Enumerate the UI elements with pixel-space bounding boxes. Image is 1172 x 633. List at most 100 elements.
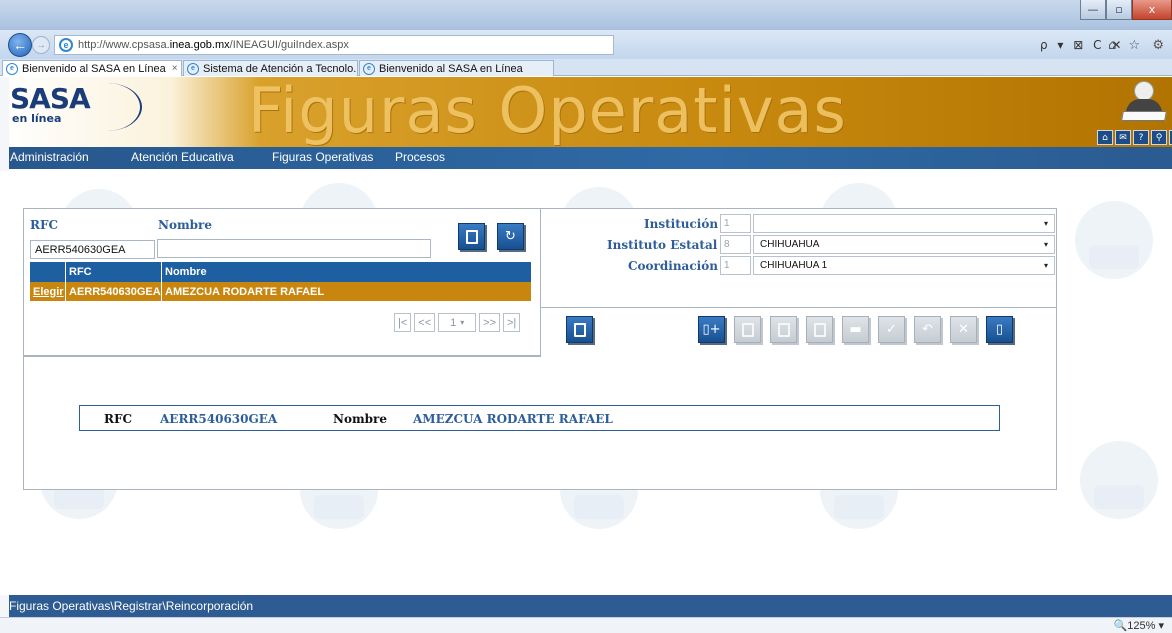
person-book bbox=[1121, 111, 1167, 121]
window-controls: — ▫ x bbox=[1080, 0, 1172, 20]
table-row[interactable]: Elegir AERR540630GEA AMEZCUA RODARTE RAF… bbox=[30, 282, 531, 301]
address-bar[interactable]: e http://www.cpsasa. inea.gob.mx/INEAGUI/… bbox=[54, 35, 614, 55]
refresh-button[interactable]: ↻ bbox=[497, 223, 524, 250]
browser-tab-strip: e Bienvenido al SASA en Línea × e Sistem… bbox=[0, 59, 1172, 76]
print-button[interactable]: ▬ bbox=[842, 316, 869, 343]
next-page-button[interactable]: >> bbox=[479, 313, 500, 332]
app-menu-bar: Administración Atención Educativa Figura… bbox=[0, 147, 1172, 171]
minimize-button[interactable]: — bbox=[1080, 0, 1106, 20]
back-button[interactable]: ← bbox=[8, 33, 32, 57]
help-icon[interactable]: ? bbox=[1133, 130, 1149, 145]
page-number: 1 bbox=[450, 316, 457, 329]
view-button[interactable] bbox=[806, 316, 833, 343]
sasa-logo: SASA en línea bbox=[10, 83, 142, 131]
left-panel-bottom-divider bbox=[24, 356, 541, 357]
browser-titlebar: — ▫ x bbox=[0, 0, 1172, 30]
instituto-estatal-label: Instituto Estatal : bbox=[607, 238, 726, 252]
tab-label: Sistema de Atención a Tecnolo... bbox=[203, 62, 358, 75]
main-content: RFC Nombre AERR540630GEA ↻ RFC Nombre El… bbox=[0, 171, 1172, 595]
grid-header-action bbox=[30, 262, 66, 282]
selected-record-box: RFC AERR540630GEA Nombre AMEZCUA RODARTE… bbox=[79, 405, 1000, 431]
coordinacion-code-input[interactable]: 1 bbox=[720, 256, 751, 275]
form-panel: RFC Nombre AERR540630GEA ↻ RFC Nombre El… bbox=[23, 208, 1057, 490]
elegir-cell: Elegir bbox=[30, 282, 66, 301]
ie-tab-icon: e bbox=[187, 62, 199, 75]
selected-rfc-label: RFC bbox=[104, 412, 133, 426]
browser-tab-3[interactable]: e Bienvenido al SASA en Línea bbox=[359, 60, 554, 76]
edit-button[interactable] bbox=[770, 316, 797, 343]
close-window-button[interactable]: x bbox=[1132, 0, 1172, 20]
top-icon-group: ⌂ ✉ ? ⚲ ? bbox=[1097, 130, 1172, 145]
grid-header-rfc: RFC bbox=[66, 262, 162, 282]
accept-button[interactable]: ✓ bbox=[878, 316, 905, 343]
document-search-icon bbox=[573, 322, 586, 337]
institucion-label: Institución : bbox=[644, 217, 727, 231]
results-grid: RFC Nombre Elegir AERR540630GEA AMEZCUA … bbox=[30, 262, 531, 301]
home-icon[interactable]: ⌂ bbox=[1097, 130, 1113, 145]
first-page-button[interactable]: |< bbox=[394, 313, 412, 332]
new-record-button[interactable]: ▯+ bbox=[698, 316, 725, 343]
new-document-icon: ▯+ bbox=[702, 322, 721, 337]
exit-door-icon: ▯ bbox=[995, 322, 1004, 337]
url-prefix: http://www.cpsasa. bbox=[78, 39, 170, 51]
coordinacion-label: Coordinación : bbox=[628, 259, 727, 273]
menu-atencion-educativa[interactable]: Atención Educativa bbox=[131, 150, 234, 164]
person-head bbox=[1134, 81, 1154, 101]
elegir-link[interactable]: Elegir bbox=[33, 286, 64, 298]
ie-logo-icon: e bbox=[59, 38, 73, 52]
close-tab-icon[interactable]: × bbox=[172, 63, 178, 74]
breadcrumb: Figuras Operativas\Registrar\Reincorpora… bbox=[9, 599, 254, 613]
nombre-label: Nombre bbox=[158, 218, 213, 232]
grid-pager: |< << 1 ▾ >> >| bbox=[394, 313, 521, 332]
chevron-down-icon: ▾ bbox=[1043, 219, 1048, 228]
browser-tab-2[interactable]: e Sistema de Atención a Tecnolo... bbox=[183, 60, 358, 76]
maximize-button[interactable]: ▫ bbox=[1106, 0, 1132, 20]
browser-tab-1[interactable]: e Bienvenido al SASA en Línea × bbox=[2, 60, 182, 76]
menu-administracion[interactable]: Administración bbox=[10, 150, 89, 164]
chevron-down-icon: ▾ bbox=[1043, 261, 1048, 270]
institucion-code-input[interactable]: 1 bbox=[720, 214, 751, 233]
selected-nombre-label: Nombre bbox=[333, 412, 388, 426]
prev-page-button[interactable]: << bbox=[414, 313, 436, 332]
browser-nav-bar: ← → e http://www.cpsasa. inea.gob.mx/INEA… bbox=[0, 30, 1172, 59]
grid-header-row: RFC Nombre bbox=[30, 262, 531, 282]
forward-button[interactable]: → bbox=[32, 36, 50, 54]
rfc-label: RFC bbox=[30, 218, 59, 232]
instituto-estatal-select[interactable]: CHIHUAHUA ▾ bbox=[753, 235, 1055, 254]
tab-label: Bienvenido al SASA en Línea bbox=[379, 62, 523, 75]
instituto-estatal-code-input[interactable]: 8 bbox=[720, 235, 751, 254]
check-icon: ✓ bbox=[886, 322, 897, 337]
search-record-button[interactable] bbox=[566, 316, 593, 343]
filters-panel: Institución : 1 ▾ Instituto Estatal : 8 … bbox=[541, 209, 1056, 356]
search-panel: RFC Nombre AERR540630GEA ↻ RFC Nombre El… bbox=[24, 209, 541, 356]
delete-button[interactable]: ✕ bbox=[950, 316, 977, 343]
chevron-down-icon: ▾ bbox=[1043, 240, 1048, 249]
nombre-input[interactable] bbox=[157, 239, 431, 258]
refresh-icon: ↻ bbox=[505, 229, 516, 244]
reader-person-icon bbox=[1121, 81, 1167, 131]
menu-procesos[interactable]: Procesos bbox=[395, 150, 445, 164]
zoom-level[interactable]: 🔍125% ▾ bbox=[1114, 619, 1164, 632]
ie-tab-icon: e bbox=[363, 62, 375, 75]
print-icon: ▬ bbox=[849, 322, 862, 337]
rfc-input[interactable]: AERR540630GEA bbox=[30, 240, 155, 259]
menu-figuras-operativas[interactable]: Figuras Operativas bbox=[272, 150, 373, 164]
mail-icon[interactable]: ✉ bbox=[1115, 130, 1131, 145]
search-document-button[interactable] bbox=[458, 223, 485, 250]
undo-button[interactable]: ↶ bbox=[914, 316, 941, 343]
row-nombre: AMEZCUA RODARTE RAFAEL bbox=[165, 285, 325, 298]
search-icon[interactable]: ⚲ bbox=[1151, 130, 1167, 145]
home-favorites-tools-icons[interactable]: ⌂ ☆ ⚙ bbox=[1108, 38, 1168, 53]
exit-button[interactable]: ▯ bbox=[986, 316, 1013, 343]
page-select[interactable]: 1 ▾ bbox=[438, 313, 477, 332]
banner-title: Figuras Operativas bbox=[248, 77, 847, 147]
edit-icon bbox=[777, 322, 790, 337]
undo-icon: ↶ bbox=[922, 322, 933, 337]
last-page-button[interactable]: >| bbox=[503, 313, 521, 332]
selected-rfc-value: AERR540630GEA bbox=[160, 412, 278, 426]
institucion-select[interactable]: ▾ bbox=[753, 214, 1055, 233]
coordinacion-select[interactable]: CHIHUAHUA 1 ▾ bbox=[753, 256, 1055, 275]
close-icon: ✕ bbox=[958, 322, 969, 337]
watermark bbox=[1080, 441, 1158, 519]
save-button[interactable] bbox=[734, 316, 761, 343]
